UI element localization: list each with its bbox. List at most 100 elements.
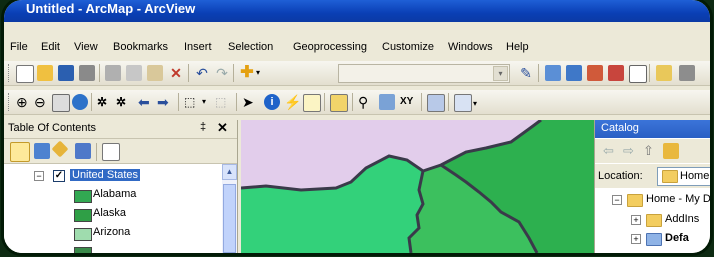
chevron-down-icon[interactable]: ▾ (493, 66, 508, 81)
catalog-tree-item[interactable]: Home - My D (646, 193, 710, 205)
layer-visibility-checkbox[interactable]: ✓ (53, 170, 65, 182)
find-route-icon[interactable] (379, 94, 395, 110)
menu-bookmarks[interactable]: Bookmarks (113, 41, 168, 53)
toc-header: Table Of Contents ‡ ✕ (4, 120, 237, 139)
toolbar-grip[interactable] (8, 64, 12, 82)
zoom-in-icon[interactable]: ⊕ (16, 94, 32, 110)
fixed-zoom-in-icon[interactable]: ✲ (97, 94, 113, 110)
legend-label[interactable]: Arizona (93, 226, 130, 238)
toolbar-separator (448, 93, 449, 111)
expand-icon[interactable]: + (631, 215, 641, 225)
go-to-xy-icon[interactable]: XY (400, 94, 416, 110)
fixed-zoom-out-icon[interactable]: ✲ (116, 94, 132, 110)
copy-icon[interactable] (126, 65, 142, 81)
menu-selection[interactable]: Selection (228, 41, 273, 53)
open-icon[interactable] (37, 65, 53, 81)
list-by-source-icon[interactable] (34, 143, 50, 159)
menu-bar: File Edit View Bookmarks Insert Selectio… (4, 38, 710, 58)
menu-help[interactable]: Help (506, 41, 529, 53)
toolbar-separator (91, 93, 92, 111)
menu-view[interactable]: View (74, 41, 98, 53)
arctoolbox-icon[interactable] (608, 65, 624, 81)
toolbar-options-icon[interactable]: ▾ (473, 94, 481, 110)
redo-icon[interactable]: ↷ (214, 65, 230, 81)
home-icon[interactable] (663, 143, 679, 159)
select-elements-icon[interactable]: ➤ (242, 94, 258, 110)
zoom-out-icon[interactable]: ⊖ (34, 94, 50, 110)
catalog-tree-item[interactable]: Defa (665, 232, 689, 244)
identify-icon[interactable]: i (264, 94, 280, 110)
map-scale-combo[interactable]: ▾ (338, 64, 510, 83)
menu-customize[interactable]: Customize (382, 41, 434, 53)
location-input[interactable]: Home (657, 167, 710, 186)
up-one-level-icon[interactable]: ⇧ (643, 144, 659, 160)
menu-windows[interactable]: Windows (448, 41, 493, 53)
toolbar-separator (188, 64, 189, 82)
close-icon[interactable]: ✕ (217, 120, 228, 136)
undo-icon[interactable]: ↶ (194, 65, 210, 81)
expand-icon[interactable]: + (631, 234, 641, 244)
toolbar-separator (538, 64, 539, 82)
pin-icon[interactable]: ‡ (200, 121, 206, 133)
overflow-icon[interactable] (679, 65, 695, 81)
forward-icon[interactable]: ⇨ (623, 144, 639, 160)
standard-toolbar: ✕ ↶ ↷ ✚ ▾ ▾ ✎ (4, 61, 710, 86)
table-icon[interactable] (545, 65, 561, 81)
find-icon[interactable]: ⚲ (358, 94, 374, 110)
toolbar-separator (352, 93, 353, 111)
menu-edit[interactable]: Edit (41, 41, 60, 53)
options-icon[interactable] (102, 143, 120, 161)
forward-icon[interactable]: ➡ (157, 94, 173, 110)
layer-name[interactable]: United States (70, 169, 141, 181)
chevron-down-icon[interactable]: ▾ (256, 65, 264, 81)
scroll-up-icon[interactable]: ▲ (222, 164, 237, 180)
catalog-window-icon[interactable] (566, 65, 582, 81)
save-icon[interactable] (58, 65, 74, 81)
viewer-window-icon[interactable] (454, 94, 472, 112)
search-window-icon[interactable] (587, 65, 603, 81)
collapse-icon[interactable]: − (34, 171, 44, 181)
map-view[interactable] (240, 118, 594, 253)
chevron-down-icon[interactable]: ▾ (202, 94, 210, 110)
measure-icon[interactable] (330, 94, 348, 112)
back-icon[interactable]: ⬅ (138, 94, 154, 110)
list-by-visibility-icon[interactable] (51, 140, 69, 158)
list-by-drawing-order-icon[interactable] (10, 142, 30, 162)
new-document-icon[interactable] (16, 65, 34, 83)
clear-selection-icon[interactable]: ⬚ (215, 94, 231, 110)
toolbar-separator (324, 93, 325, 111)
cut-icon[interactable] (105, 65, 121, 81)
model-builder-icon[interactable] (656, 65, 672, 81)
toolbar-separator (233, 64, 234, 82)
legend-label[interactable]: Alaska (93, 207, 126, 219)
select-features-icon[interactable]: ⬚ (184, 94, 200, 110)
menu-file[interactable]: File (10, 41, 28, 53)
catalog-tree-item[interactable]: AddIns (665, 213, 699, 225)
menu-insert[interactable]: Insert (184, 41, 212, 53)
time-slider-icon[interactable] (427, 94, 445, 112)
paste-icon[interactable] (147, 65, 163, 81)
html-popup-icon[interactable] (303, 94, 321, 112)
toc-title: Table Of Contents (8, 122, 97, 134)
pan-icon[interactable] (52, 94, 70, 112)
catalog-window: Catalog ⇦ ⇨ ⇧ Location: Home − Home - My… (594, 120, 710, 253)
editor-toolbar-icon[interactable]: ✎ (518, 65, 534, 81)
list-by-selection-icon[interactable] (75, 143, 91, 159)
python-window-icon[interactable] (629, 65, 647, 83)
geodatabase-icon (646, 233, 662, 246)
toolbar-grip[interactable] (8, 93, 12, 111)
delete-icon[interactable]: ✕ (168, 65, 184, 81)
toolbar-separator (421, 93, 422, 111)
back-icon[interactable]: ⇦ (603, 144, 619, 160)
legend-label[interactable]: Alabama (93, 188, 136, 200)
toc-scrollbar[interactable]: ▲ (222, 164, 237, 253)
full-extent-icon[interactable] (72, 94, 88, 110)
collapse-icon[interactable]: − (612, 195, 622, 205)
print-icon[interactable] (79, 65, 95, 81)
scroll-thumb[interactable] (223, 184, 236, 253)
hyperlink-icon[interactable]: ⚡ (284, 94, 301, 110)
menu-geoprocessing[interactable]: Geoprocessing (293, 41, 367, 53)
add-data-icon[interactable]: ✚ (239, 65, 255, 81)
location-label: Location: (598, 170, 643, 182)
table-of-contents: Table Of Contents ‡ ✕ − ✓ United States … (4, 120, 238, 253)
